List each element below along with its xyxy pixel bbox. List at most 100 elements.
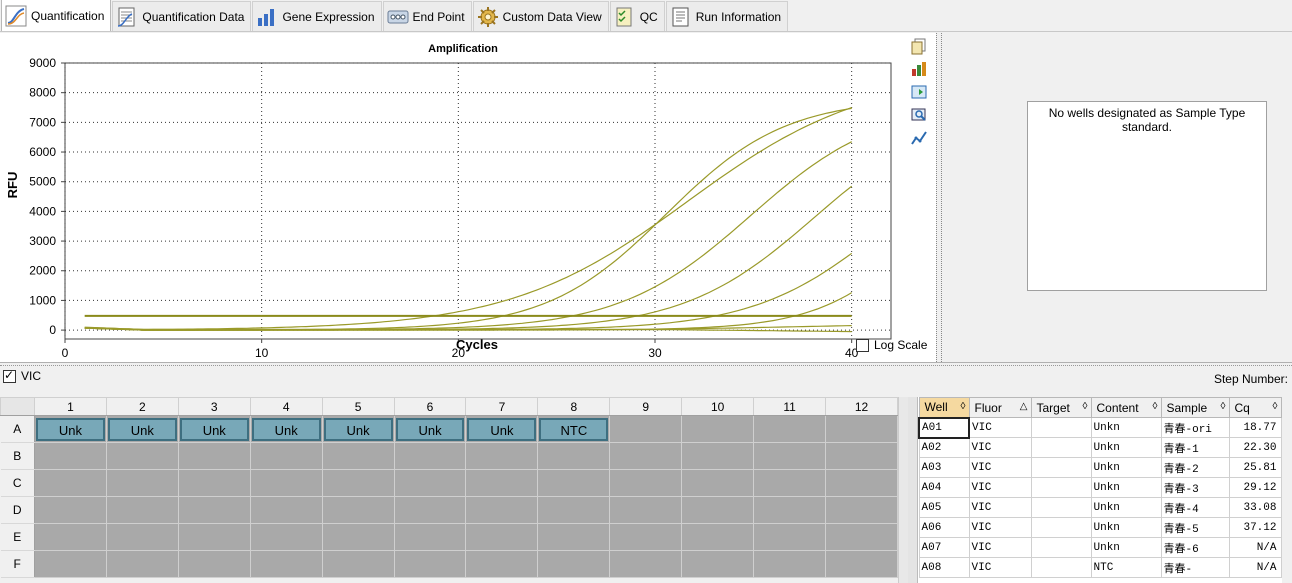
plate-well[interactable] <box>465 496 539 524</box>
plate-well[interactable] <box>393 469 467 497</box>
plate-well[interactable] <box>105 442 179 470</box>
plate-well[interactable] <box>825 469 898 497</box>
table-cell-fluor[interactable]: VIC <box>968 437 1032 458</box>
sort-icon[interactable]: ◊ <box>1083 401 1088 412</box>
plate-column-header[interactable]: 12 <box>825 397 898 416</box>
plate-well[interactable]: Unk <box>465 415 539 443</box>
table-cell-cq[interactable]: 22.30 <box>1228 437 1282 458</box>
table-row[interactable]: A07 VIC Unkn 青春-6 N/A <box>918 537 1282 558</box>
plate-well[interactable] <box>825 442 898 470</box>
table-cell-target[interactable] <box>1030 497 1092 518</box>
table-cell-cq[interactable]: 37.12 <box>1228 517 1282 538</box>
tab-quantification[interactable]: Quantification <box>1 0 112 31</box>
sort-icon[interactable]: ◊ <box>1221 401 1226 412</box>
table-row[interactable]: A04 VIC Unkn 青春-3 29.12 <box>918 477 1282 498</box>
plate-well[interactable] <box>393 523 467 551</box>
plate-well[interactable] <box>177 469 251 497</box>
plate-well[interactable] <box>249 469 323 497</box>
plate-well[interactable] <box>681 415 755 443</box>
tab-qc[interactable]: QC <box>609 1 665 31</box>
table-cell-content[interactable]: Unkn <box>1090 457 1162 478</box>
plate-row-header[interactable]: A <box>0 415 35 443</box>
plate-row-header[interactable]: B <box>0 442 35 470</box>
plate-well[interactable] <box>177 496 251 524</box>
table-cell-sample[interactable]: 青春-5 <box>1160 517 1230 538</box>
plate-well[interactable] <box>681 469 755 497</box>
plate-well[interactable]: Unk <box>177 415 251 443</box>
table-cell-fluor[interactable]: VIC <box>968 517 1032 538</box>
plate-well[interactable] <box>537 496 611 524</box>
plate-row-header[interactable]: D <box>0 496 35 524</box>
plate-well[interactable] <box>825 415 898 443</box>
fluor-vic-checkbox[interactable] <box>3 368 16 383</box>
table-cell-fluor[interactable]: VIC <box>968 417 1032 438</box>
plate-well[interactable] <box>177 550 251 578</box>
save-image-icon[interactable] <box>910 83 928 102</box>
table-cell-sample[interactable]: 青春- <box>1160 557 1230 578</box>
plate-row-header[interactable]: E <box>0 523 35 551</box>
plate-well[interactable] <box>177 442 251 470</box>
table-cell-well[interactable]: A05 <box>918 497 970 518</box>
plate-well[interactable] <box>105 496 179 524</box>
table-cell-cq[interactable]: 29.12 <box>1228 477 1282 498</box>
plate-well[interactable] <box>825 550 898 578</box>
log-scale-checkbox[interactable] <box>856 338 869 352</box>
table-row[interactable]: A06 VIC Unkn 青春-5 37.12 <box>918 517 1282 538</box>
table-cell-fluor[interactable]: VIC <box>968 477 1032 498</box>
table-cell-content[interactable]: NTC <box>1090 557 1162 578</box>
plate-column-header[interactable]: 5 <box>321 397 395 416</box>
sort-icon[interactable]: ◊ <box>961 401 966 412</box>
table-row-selector[interactable] <box>908 397 918 583</box>
plate-well[interactable] <box>321 496 395 524</box>
plate-column-header[interactable]: 4 <box>249 397 323 416</box>
table-cell-well[interactable]: A02 <box>918 437 970 458</box>
plate-well[interactable] <box>609 442 683 470</box>
plate-well[interactable] <box>105 469 179 497</box>
plate-well[interactable] <box>33 550 107 578</box>
plate-column-header[interactable]: 2 <box>105 397 179 416</box>
sort-icon[interactable]: ◊ <box>1153 401 1158 412</box>
plate-well[interactable] <box>753 523 826 551</box>
table-cell-cq[interactable]: N/A <box>1228 557 1282 578</box>
plate-well[interactable] <box>753 469 826 497</box>
table-cell-sample[interactable]: 青春-6 <box>1160 537 1230 558</box>
table-cell-content[interactable]: Unkn <box>1090 417 1162 438</box>
plate-well[interactable] <box>537 469 611 497</box>
table-cell-content[interactable]: Unkn <box>1090 477 1162 498</box>
table-cell-content[interactable]: Unkn <box>1090 517 1162 538</box>
plate-well[interactable] <box>825 496 898 524</box>
plate-well[interactable] <box>465 523 539 551</box>
plate-well[interactable] <box>393 550 467 578</box>
plate-well[interactable] <box>753 550 826 578</box>
tab-end-point[interactable]: End Point <box>382 1 472 31</box>
plate-well[interactable] <box>249 442 323 470</box>
plate-well[interactable] <box>393 496 467 524</box>
table-cell-content[interactable]: Unkn <box>1090 537 1162 558</box>
plate-well[interactable] <box>33 496 107 524</box>
plate-well[interactable] <box>321 469 395 497</box>
zoom-image-icon[interactable] <box>910 106 928 125</box>
table-cell-well[interactable]: A03 <box>918 457 970 478</box>
plate-scrollbar[interactable] <box>898 397 908 583</box>
plate-well[interactable] <box>753 415 826 443</box>
table-cell-cq[interactable]: 25.81 <box>1228 457 1282 478</box>
table-cell-fluor[interactable]: VIC <box>968 497 1032 518</box>
plate-row-header[interactable]: F <box>0 550 35 578</box>
plate-well[interactable] <box>33 523 107 551</box>
plate-well[interactable] <box>609 523 683 551</box>
plate-well[interactable] <box>393 442 467 470</box>
plate-well[interactable] <box>681 442 755 470</box>
plate-well[interactable] <box>681 496 755 524</box>
plate-well[interactable] <box>33 469 107 497</box>
column-header-fluor[interactable]: Fluor △ <box>968 397 1032 418</box>
table-row[interactable]: A08 VIC NTC 青春- N/A <box>918 557 1282 578</box>
plate-well[interactable] <box>681 550 755 578</box>
plate-well[interactable]: NTC <box>537 415 611 443</box>
plate-column-header[interactable]: 1 <box>33 397 107 416</box>
plate-column-header[interactable]: 7 <box>465 397 539 416</box>
plate-well[interactable] <box>321 550 395 578</box>
copy-icon[interactable] <box>910 37 928 56</box>
plate-well[interactable] <box>465 550 539 578</box>
table-cell-fluor[interactable]: VIC <box>968 457 1032 478</box>
plate-well[interactable]: Unk <box>393 415 467 443</box>
